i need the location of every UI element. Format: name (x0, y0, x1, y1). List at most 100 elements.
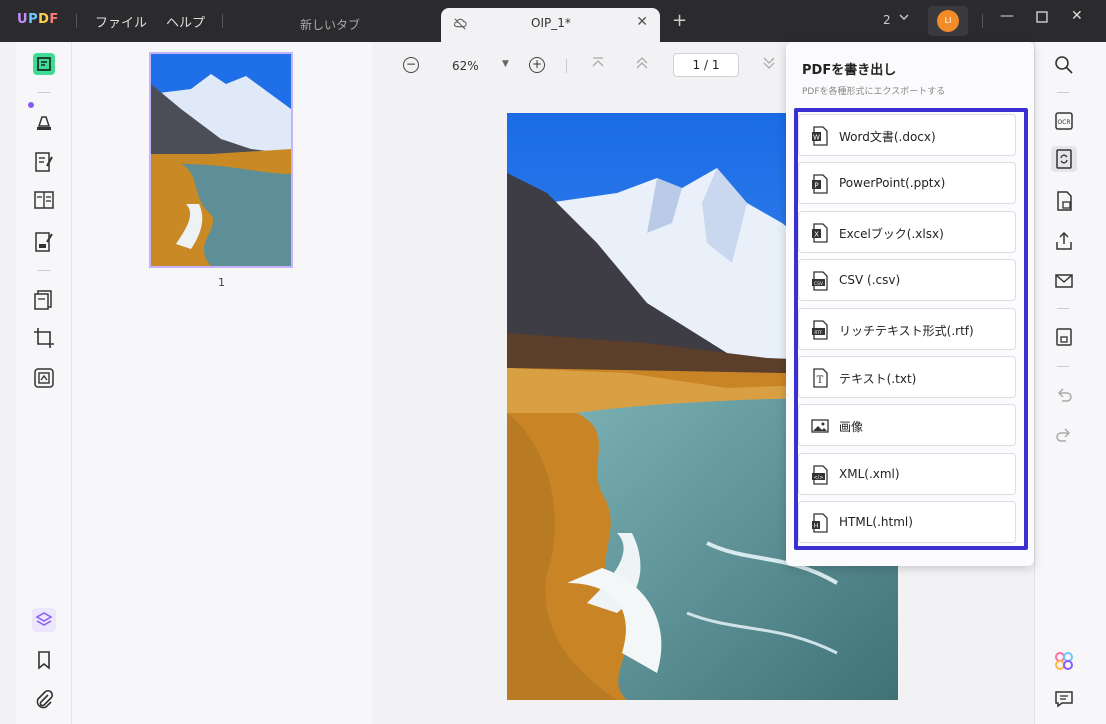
indicator-dot (28, 102, 34, 108)
bookmark-icon[interactable] (32, 648, 56, 672)
batch-icon[interactable] (32, 366, 56, 390)
tab-active-document[interactable]: OIP_1* ✕ (441, 8, 660, 42)
tool-separator (38, 270, 50, 271)
tool-separator (1057, 92, 1069, 93)
form-icon[interactable] (32, 188, 56, 212)
menu-file[interactable]: ファイル (95, 12, 147, 31)
export-powerpoint-button[interactable]: P PowerPoint(.pptx) (798, 162, 1016, 204)
protect-icon[interactable] (1053, 190, 1075, 212)
export-item-label: 画像 (839, 420, 864, 434)
export-word-button[interactable]: W Word文書(.docx) (798, 114, 1016, 156)
export-title: PDFを書き出し (802, 63, 897, 78)
svg-text:P: P (814, 182, 818, 190)
zoom-out-icon[interactable]: − (403, 57, 419, 73)
tool-separator (1057, 308, 1069, 309)
edit-pdf-icon[interactable] (32, 150, 56, 174)
export-rtf-button[interactable]: RTF リッチテキスト形式(.rtf) (798, 308, 1016, 350)
close-tab-icon[interactable]: ✕ (636, 14, 648, 30)
avatar: LI (937, 10, 959, 32)
redo-icon[interactable] (1053, 424, 1075, 446)
zoom-in-icon[interactable]: + (529, 57, 545, 73)
cloud-off-icon (453, 17, 467, 31)
page-number-input[interactable]: 1 / 1 (673, 53, 739, 77)
share-icon[interactable] (1053, 230, 1075, 252)
tool-separator (1057, 366, 1069, 367)
tool-separator (38, 92, 50, 93)
tab-title: OIP_1* (531, 16, 571, 30)
first-page-icon[interactable] (591, 56, 605, 74)
highlighter-icon[interactable] (32, 110, 56, 134)
export-item-label: リッチテキスト形式(.rtf) (839, 324, 974, 338)
text-icon: T (813, 368, 828, 388)
image-icon (811, 419, 829, 433)
rtf-icon: RTF (812, 320, 828, 340)
save-icon[interactable] (1053, 326, 1075, 348)
html-icon: H (812, 513, 828, 533)
menu-help[interactable]: ヘルプ (166, 12, 205, 31)
minimize-icon[interactable]: — (1000, 8, 1014, 24)
export-excel-button[interactable]: X Excelブック(.xlsx) (798, 211, 1016, 253)
svg-text:RTF: RTF (814, 330, 823, 336)
attachment-icon[interactable] (32, 688, 56, 712)
comment-icon[interactable] (1053, 688, 1075, 710)
ai-assistant-icon[interactable] (1053, 650, 1075, 672)
thumbnail-page-number: 1 (218, 276, 225, 289)
document-count[interactable]: 2 (883, 13, 891, 27)
export-text-button[interactable]: T テキスト(.txt) (798, 356, 1016, 398)
export-html-button[interactable]: H HTML(.html) (798, 501, 1016, 543)
svg-text:CSV: CSV (814, 281, 824, 287)
chevron-down-icon[interactable] (898, 11, 910, 26)
next-page-icon[interactable] (762, 56, 776, 74)
export-xml-button[interactable]: </> XML(.xml) (798, 453, 1016, 495)
svg-text:X: X (814, 231, 819, 239)
title-separator (222, 14, 223, 28)
previous-page-icon[interactable] (635, 56, 649, 74)
undo-icon[interactable] (1053, 384, 1075, 406)
layers-icon[interactable] (32, 608, 56, 632)
word-icon: W (812, 126, 828, 146)
search-icon[interactable] (1053, 54, 1075, 76)
zoom-dropdown-icon[interactable]: ▼ (502, 59, 509, 69)
title-separator (982, 14, 983, 28)
svg-text:T: T (817, 375, 824, 386)
export-item-label: HTML(.html) (839, 515, 913, 529)
close-window-icon[interactable]: ✕ (1071, 8, 1083, 24)
right-tool-strip: OCR (1034, 42, 1106, 724)
svg-text:W: W (813, 134, 820, 142)
reader-mode-icon[interactable] (32, 52, 56, 76)
svg-text:H: H (814, 523, 819, 530)
export-panel: PDFを書き出し PDFを各種形式にエクスポートする W Word文書(.doc… (786, 42, 1034, 566)
thumbnail-panel: 1 (72, 42, 372, 724)
new-tab-icon[interactable]: + (672, 10, 687, 31)
left-tool-strip (16, 42, 72, 724)
export-item-label: Excelブック(.xlsx) (839, 227, 944, 241)
title-bar: UPDF ファイル ヘルプ 新しいタブ OIP_1* ✕ + 2 LI — ✕ (0, 0, 1106, 42)
page-thumbnail[interactable] (149, 52, 293, 268)
powerpoint-icon: P (812, 174, 828, 194)
email-icon[interactable] (1053, 270, 1075, 292)
svg-text:</>: </> (813, 475, 823, 481)
ocr-icon[interactable]: OCR (1053, 110, 1075, 132)
export-item-label: XML(.xml) (839, 467, 900, 481)
export-item-label: Word文書(.docx) (839, 130, 936, 144)
export-image-button[interactable]: 画像 (798, 404, 1016, 446)
title-separator (76, 14, 77, 28)
nav-separator (566, 59, 567, 73)
convert-icon[interactable] (1051, 146, 1077, 172)
svg-text:OCR: OCR (1057, 119, 1070, 126)
organize-pages-icon[interactable] (32, 288, 56, 312)
export-item-label: CSV (.csv) (839, 273, 901, 287)
excel-icon: X (812, 223, 828, 243)
crop-icon[interactable] (32, 326, 56, 350)
zoom-level[interactable]: 62% (452, 59, 479, 73)
export-item-label: PowerPoint(.pptx) (839, 176, 946, 190)
export-subtitle: PDFを各種形式にエクスポートする (802, 87, 946, 97)
tab-new[interactable]: 新しいタブ (300, 16, 360, 33)
sign-icon[interactable] (32, 230, 56, 254)
export-csv-button[interactable]: CSV CSV (.csv) (798, 259, 1016, 301)
xml-icon: </> (812, 465, 828, 485)
csv-icon: CSV (812, 271, 828, 291)
app-logo: UPDF (17, 12, 59, 27)
account-button[interactable]: LI (928, 6, 968, 36)
maximize-icon[interactable] (1036, 8, 1048, 27)
